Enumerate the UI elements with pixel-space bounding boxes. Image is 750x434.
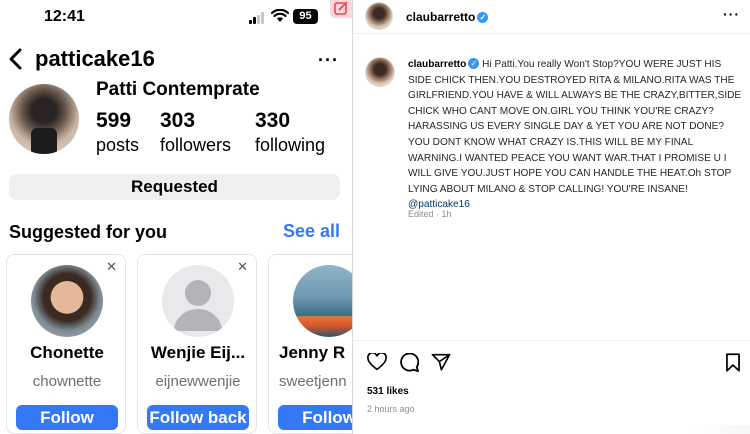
- battery-icon: 95: [293, 9, 318, 24]
- close-icon[interactable]: ✕: [106, 259, 117, 275]
- caption-username[interactable]: claubarretto: [408, 59, 466, 70]
- verified-icon: ✓: [477, 12, 489, 23]
- suggestion-name: Wenjie Eij...: [150, 343, 246, 362]
- edit-icon: [330, 0, 352, 18]
- post-caption: claubarretto ✓ Hi Patti.You really Won't …: [408, 57, 746, 213]
- close-icon[interactable]: ✕: [237, 259, 248, 275]
- stat-followers[interactable]: 303 followers: [160, 109, 231, 156]
- cellular-signal-icon: [249, 12, 267, 24]
- comment-input-edge: [693, 425, 750, 434]
- default-avatar-icon[interactable]: [162, 265, 234, 337]
- share-icon[interactable]: [431, 353, 451, 376]
- suggested-title: Suggested for you: [9, 222, 168, 242]
- status-bar: 12:41 95: [0, 8, 352, 28]
- profile-avatar[interactable]: [9, 84, 79, 154]
- suggestion-avatar[interactable]: [31, 265, 103, 337]
- suggestion-card[interactable]: ✕ Wenjie Eij... eijnewwenjie Follow back: [137, 254, 257, 434]
- likes-count[interactable]: 531 likes: [367, 386, 409, 397]
- stat-following-count: 330: [255, 109, 291, 132]
- suggestion-handle: chownette: [32, 373, 102, 390]
- suggestion-handle: eijnewwenjie: [155, 373, 241, 390]
- more-icon[interactable]: ···: [318, 50, 339, 71]
- stat-posts[interactable]: 599 posts: [96, 109, 139, 156]
- author-avatar[interactable]: [365, 2, 393, 30]
- post-author-username[interactable]: claubarretto: [406, 10, 475, 24]
- requested-button[interactable]: Requested: [9, 174, 340, 200]
- suggestion-handle: sweetjenn: [279, 373, 347, 390]
- post-header: claubarretto ✓ ···: [353, 0, 750, 34]
- edited-label: Edited · 1h: [408, 209, 452, 219]
- suggestion-name: Jenny R: [279, 343, 346, 362]
- more-icon[interactable]: ···: [723, 6, 740, 22]
- post-timestamp[interactable]: 2 hours ago: [367, 404, 415, 414]
- profile-display-name: Patti Contemprate: [96, 79, 260, 100]
- back-icon[interactable]: [8, 48, 24, 75]
- heart-icon[interactable]: [367, 351, 387, 376]
- follow-button[interactable]: Follow: [16, 405, 118, 430]
- stat-posts-label: posts: [96, 135, 140, 155]
- comment-icon[interactable]: [399, 352, 420, 377]
- post-panel: claubarretto ✓ ··· claubarretto ✓ Hi Patti…: [352, 0, 750, 434]
- caption-text: Hi Patti.You really Won't Stop?YOU WERE …: [408, 59, 742, 195]
- verified-icon: ✓: [468, 58, 480, 69]
- see-all-link[interactable]: See all: [283, 221, 340, 242]
- stat-followers-count: 303: [160, 109, 196, 132]
- stat-posts-count: 599: [96, 109, 132, 132]
- suggestion-card[interactable]: ✕ Jenny R sweetjenn Follow: [268, 254, 352, 434]
- action-bar: 531 likes 2 hours ago: [353, 340, 750, 434]
- stat-followers-label: followers: [160, 135, 232, 155]
- profile-screen: 12:41 95 patticake16 ··· Patti Contempra…: [0, 0, 352, 434]
- suggestion-card[interactable]: ✕ Chonette chownette Follow: [6, 254, 126, 434]
- stat-following-label: following: [255, 135, 326, 155]
- bookmark-icon[interactable]: [725, 353, 741, 377]
- suggestion-avatar[interactable]: [293, 265, 352, 337]
- status-time: 12:41: [44, 8, 85, 25]
- suggestion-name: Chonette: [30, 343, 104, 362]
- follow-back-button[interactable]: Follow back: [147, 405, 249, 430]
- stat-following[interactable]: 330 following: [255, 109, 325, 156]
- follow-button[interactable]: Follow: [278, 405, 352, 430]
- post-author[interactable]: claubarretto ✓: [406, 10, 489, 24]
- wifi-icon: [270, 8, 290, 28]
- caption-mention-link[interactable]: @patticake16: [408, 197, 746, 213]
- profile-header: patticake16 ···: [0, 44, 352, 76]
- profile-username: patticake16: [35, 46, 155, 71]
- caption-avatar[interactable]: [365, 57, 395, 87]
